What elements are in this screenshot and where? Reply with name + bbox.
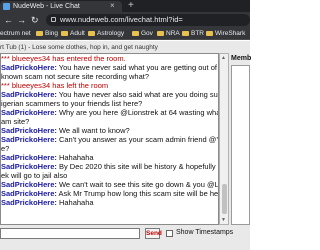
chat-message: SadPrickoHere: Ask Mr Trump how long thi… xyxy=(1,190,218,198)
message-input[interactable] xyxy=(0,228,140,239)
chat-message: SadPrickoHere: You have never also said … xyxy=(1,91,218,99)
message-text: We can't wait to see this site go down &… xyxy=(58,180,219,189)
chat-scrollbar[interactable]: ▲ ▼ xyxy=(219,53,229,225)
message-continuation: known scam not secure site recording wha… xyxy=(1,72,149,81)
bookmark-gov[interactable]: Gov xyxy=(132,29,153,39)
reload-icon[interactable]: ↻ xyxy=(31,14,39,26)
chat-log[interactable]: *** blueeyes34 has entered the room. SadP… xyxy=(0,53,219,225)
scroll-down-icon[interactable]: ▼ xyxy=(221,217,226,223)
message-text: Hahahaha xyxy=(56,198,94,207)
message-nickname[interactable]: SadPrickoHere: xyxy=(1,162,57,171)
message-text: By Dec 2020 this site will be history & … xyxy=(58,162,218,171)
room-topic: rt Tub (1) - Lose some clothes, hop in, … xyxy=(0,44,158,51)
back-arrow-icon[interactable]: ← xyxy=(4,14,13,26)
folder-icon xyxy=(88,30,95,36)
show-timestamps-label: Show Timestamps xyxy=(176,229,234,236)
chat-page: rt Tub (1) - Lose some clothes, hop in, … xyxy=(0,41,252,250)
chat-message: SadPrickoHere: We all want to know? xyxy=(1,127,218,135)
message-text: You have never also said what are you do… xyxy=(58,90,218,99)
message-text: We all want to know? xyxy=(56,126,130,135)
bookmark-nra[interactable]: NRA xyxy=(157,29,180,39)
show-timestamps-checkbox[interactable] xyxy=(166,230,173,237)
message-continuation: e? xyxy=(1,144,10,153)
message-nickname[interactable]: SadPrickoHere: xyxy=(1,90,57,99)
message-text: Hahahaha xyxy=(56,153,94,162)
chat-message: SadPrickoHere: Can't you answer as your … xyxy=(1,136,218,144)
navigation-bar: ← → ↻ www.nudeweb.com/livechat.html?id= xyxy=(0,12,250,28)
message-nickname[interactable]: SadPrickoHere: xyxy=(1,126,57,135)
site-favicon-icon xyxy=(3,3,10,10)
system-message: *** blueeyes34 has left the room xyxy=(1,81,109,90)
members-label: Memb xyxy=(231,55,252,62)
lock-icon xyxy=(51,17,56,22)
scroll-thumb[interactable] xyxy=(222,184,227,214)
message-text: You have never said what you are getting… xyxy=(56,63,217,72)
bookmarks-bar: ectrum net Bing Adult Astrology Gov NRA … xyxy=(0,28,250,40)
message-continuation: igerian scammers to your friends list he… xyxy=(1,99,143,108)
send-button[interactable]: Send xyxy=(145,228,162,239)
message-nickname[interactable]: SadPrickoHere: xyxy=(1,189,57,198)
folder-icon xyxy=(182,30,189,36)
chat-message: SadPrickoHere: By Dec 2020 this site wil… xyxy=(1,163,218,171)
folder-icon xyxy=(157,30,164,36)
bookmark-astrology[interactable]: Astrology xyxy=(88,29,124,39)
bookmark-btr[interactable]: BTR xyxy=(182,29,204,39)
tab-close-icon[interactable]: × xyxy=(110,1,115,11)
bookmark-bing[interactable]: Bing xyxy=(36,29,58,39)
message-nickname[interactable]: SadPrickoHere: xyxy=(1,153,57,162)
folder-icon xyxy=(61,30,68,36)
url-text: www.nudeweb.com/livechat.html?id= xyxy=(60,15,183,24)
message-continuation: ek will go to jail also xyxy=(1,171,68,180)
folder-icon xyxy=(36,30,43,36)
chat-message: SadPrickoHere: Hahahaha xyxy=(1,154,218,162)
browser-tab[interactable]: NudeWeb - Live Chat × xyxy=(0,1,122,12)
chat-message: SadPrickoHere: We can't wait to see this… xyxy=(1,181,218,189)
address-bar[interactable]: www.nudeweb.com/livechat.html?id= xyxy=(46,14,250,26)
message-nickname[interactable]: SadPrickoHere: xyxy=(1,108,57,117)
bookmark-adult[interactable]: Adult xyxy=(61,29,85,39)
message-nickname[interactable]: SadPrickoHere: xyxy=(1,63,57,72)
system-message: *** blueeyes34 has entered the room. xyxy=(1,54,126,63)
message-text: Ask Mr Trump how long this scam site wil… xyxy=(56,189,219,198)
folder-icon xyxy=(132,30,139,36)
scroll-up-icon[interactable]: ▲ xyxy=(221,55,226,61)
folder-icon xyxy=(206,30,213,36)
new-tab-button[interactable]: + xyxy=(128,0,134,11)
message-nickname[interactable]: SadPrickoHere: xyxy=(1,135,57,144)
bookmark-wireshark[interactable]: WireShark xyxy=(206,29,245,39)
message-text: Why are you here @Lionstrek at 64 wastin… xyxy=(58,108,218,117)
message-nickname[interactable]: SadPrickoHere: xyxy=(1,198,57,207)
forward-arrow-icon[interactable]: → xyxy=(17,14,26,26)
chat-message: SadPrickoHere: You have never said what … xyxy=(1,64,218,72)
members-list[interactable] xyxy=(231,65,250,225)
message-nickname[interactable]: SadPrickoHere: xyxy=(1,180,57,189)
tab-strip: NudeWeb - Live Chat × + xyxy=(0,0,250,12)
bookmark-spectrum[interactable]: ectrum net xyxy=(0,29,31,39)
tab-title: NudeWeb - Live Chat xyxy=(13,3,80,10)
message-continuation: am site? xyxy=(1,117,30,126)
message-text: Can't you answer as your scam admin frie… xyxy=(58,135,218,144)
chat-message: SadPrickoHere: Why are you here @Lionstr… xyxy=(1,109,218,117)
message-input-row: Send Show Timestamps xyxy=(0,228,250,240)
chat-message: SadPrickoHere: Hahahaha xyxy=(1,199,218,207)
